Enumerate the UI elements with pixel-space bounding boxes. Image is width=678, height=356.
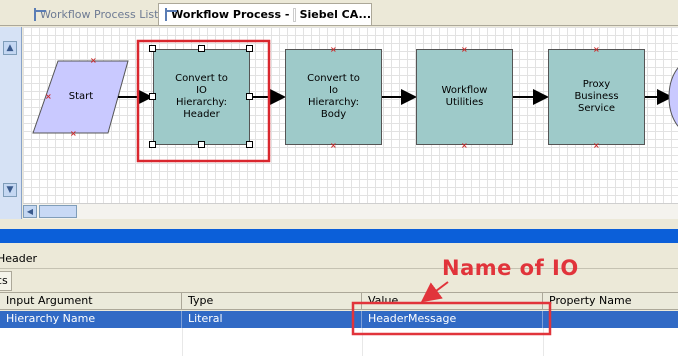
tab-arguments[interactable]: cs: [0, 271, 12, 291]
document-icon: [293, 7, 296, 22]
divider: [0, 219, 678, 229]
step-convert-header[interactable]: Convert to IO Hierarchy: Header: [153, 49, 250, 145]
workflow-canvas[interactable]: Start Convert to IO Hierarchy: Header Co…: [23, 27, 678, 203]
list-view-icon: [34, 7, 46, 21]
resize-handle[interactable]: [149, 141, 156, 148]
connection-point-icon[interactable]: ×: [45, 93, 52, 101]
end-shape[interactable]: [668, 61, 678, 133]
step-workflow-utilities[interactable]: Workflow Utilities: [416, 49, 513, 145]
table-row[interactable]: Hierarchy Name Literal HeaderMessage: [0, 311, 678, 328]
cell-value[interactable]: HeaderMessage: [362, 311, 543, 328]
column-divider: [543, 328, 544, 356]
column-header-property-name[interactable]: Property Name: [543, 293, 678, 310]
step-label: Start: [68, 91, 94, 102]
cell-property-name[interactable]: [543, 311, 678, 328]
step-label: Workflow Utilities: [441, 85, 488, 108]
scroll-up-icon[interactable]: ▲: [3, 41, 17, 55]
resize-handle[interactable]: [246, 45, 253, 52]
resize-handle[interactable]: [246, 141, 253, 148]
resize-handle[interactable]: [149, 45, 156, 52]
connection-point-icon[interactable]: ×: [593, 46, 600, 54]
connection-point-icon[interactable]: ×: [70, 130, 77, 138]
scrollbar-thumb[interactable]: [39, 205, 77, 218]
horizontal-scrollbar[interactable]: ◀: [23, 203, 678, 219]
resize-handle[interactable]: [198, 141, 205, 148]
tab-workflow-process-list[interactable]: Workflow Process List: [28, 3, 158, 25]
connection-point-icon[interactable]: ×: [461, 46, 468, 54]
annotation-label: Name of IO: [442, 256, 579, 280]
tab-label: Workflow Process -: [171, 8, 290, 21]
grid-empty-area: [0, 328, 678, 356]
step-convert-body[interactable]: Convert to Io Hierarchy: Body: [285, 49, 382, 145]
connection-point-icon[interactable]: ×: [330, 46, 337, 54]
column-header-input-argument[interactable]: Input Argument: [0, 293, 182, 310]
step-label: Convert to Io Hierarchy: Body: [307, 73, 360, 120]
scroll-down-icon[interactable]: ▼: [3, 183, 17, 197]
form-view-icon: [165, 8, 178, 21]
tab-workflow-process[interactable]: Workflow Process - Siebel CA...: [158, 3, 372, 25]
tab-label: cs: [0, 274, 8, 287]
column-divider: [182, 328, 183, 356]
scroll-left-icon[interactable]: ◀: [23, 205, 37, 218]
tab-bar: Workflow Process List Workflow Process -…: [0, 0, 678, 26]
cell-type[interactable]: Literal: [182, 311, 362, 328]
column-header-value[interactable]: Value: [362, 293, 543, 310]
grid-header: Input Argument Type Value Property Name: [0, 292, 678, 310]
column-header-type[interactable]: Type: [182, 293, 362, 310]
resize-handle[interactable]: [246, 93, 253, 100]
connection-point-icon[interactable]: ×: [330, 142, 337, 150]
cell-input-argument[interactable]: Hierarchy Name: [0, 311, 182, 328]
step-label: Convert to IO Hierarchy: Header: [175, 73, 228, 120]
step-proxy-business-service[interactable]: Proxy Business Service: [548, 49, 645, 145]
splitter-bar[interactable]: [0, 229, 678, 243]
resize-handle[interactable]: [149, 93, 156, 100]
connection-point-icon[interactable]: ×: [461, 142, 468, 150]
column-divider: [362, 328, 363, 356]
step-label: Proxy Business Service: [574, 79, 619, 114]
connection-point-icon[interactable]: ×: [593, 142, 600, 150]
selected-step-name: Header: [0, 252, 38, 265]
connection-point-icon[interactable]: ×: [90, 57, 97, 65]
resize-handle[interactable]: [198, 45, 205, 52]
palette-strip: ▲ ▼: [0, 27, 22, 223]
tab-label: Workflow Process List: [40, 7, 159, 21]
tab-label-suffix: Siebel CA...: [299, 8, 371, 21]
